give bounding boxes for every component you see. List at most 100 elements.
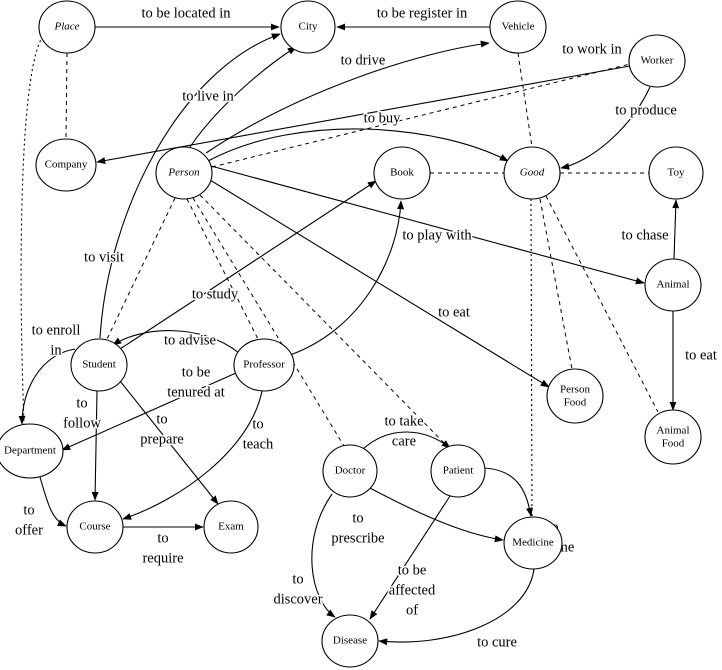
node-label-course: Course xyxy=(79,521,110,533)
diagram-canvas: to be located in to be located in to be re… xyxy=(0,0,722,670)
edge-professor-to-book xyxy=(289,200,405,356)
edge-label-student-to-city: to visitto visit xyxy=(82,248,125,267)
edge-label-text: to take xyxy=(384,413,423,429)
edge-label-text: to eat xyxy=(438,304,470,320)
edge-patient-to-medicine xyxy=(483,467,533,517)
edge-label-text: care xyxy=(392,433,416,449)
node-good[interactable]: Good xyxy=(503,146,561,200)
edge-label-text: tenured at xyxy=(167,384,225,400)
edge-label-student-to-department: to enrollto enrollinin xyxy=(30,321,82,360)
node-label-person: Person xyxy=(167,167,200,179)
edge-label-text: of xyxy=(406,602,418,618)
edge-label-student-to-book: to studyto study xyxy=(190,285,240,304)
edge-label-text: to be xyxy=(182,364,211,380)
edge-person-to-student xyxy=(106,197,176,340)
edge-label-professor-to-course: tototeachteach xyxy=(241,415,276,454)
node-personfood[interactable]: PersonFood xyxy=(546,368,604,424)
node-person[interactable]: Person xyxy=(155,146,213,200)
edge-label-text: to cure xyxy=(477,634,517,650)
node-animalfood[interactable]: AnimalFood xyxy=(644,409,702,465)
node-vehicle[interactable]: Vehicle xyxy=(489,0,547,54)
node-label-disease: Disease xyxy=(333,635,367,647)
edge-label-text: to xyxy=(76,395,87,411)
edge-worker-to-good xyxy=(560,86,651,170)
edge-label-text: affected xyxy=(389,582,436,598)
node-label-place: Place xyxy=(53,21,79,33)
edge-label-text: to xyxy=(252,416,263,432)
concept-graph-svg: to be located into be located in to be re… xyxy=(0,0,719,668)
edge-label-text: to be xyxy=(398,562,427,578)
node-book[interactable]: Book xyxy=(373,146,431,200)
node-doctor[interactable]: Doctor xyxy=(322,444,378,498)
edge-label-medicine-to-disease: to cureto cure xyxy=(475,633,518,652)
edge-doctor-to-medicine xyxy=(369,487,504,543)
node-place[interactable]: Place xyxy=(38,0,96,54)
edge-label-text: follow xyxy=(63,415,101,431)
edges-layer xyxy=(18,23,680,646)
node-animal[interactable]: Animal xyxy=(644,258,702,312)
node-company[interactable]: Company xyxy=(35,138,97,192)
node-course[interactable]: Course xyxy=(66,500,124,554)
edge-label-student-to-course: totofollowfollow xyxy=(61,394,103,433)
edge-label-doctor-to-disease: totodiscoverdiscover xyxy=(272,570,324,609)
edge-label-text: to xyxy=(157,530,168,546)
edge-label-patient-to-disease: to beto beaffectedaffectedofof xyxy=(387,561,437,620)
edge-label-text: to advise xyxy=(164,332,216,348)
edge-vehicle-to-good xyxy=(517,52,533,148)
node-label-patient: Patient xyxy=(443,465,474,477)
edge-label-text: to buy xyxy=(364,110,401,126)
edge-label-text: to drive xyxy=(341,52,386,68)
edge-place-to-company xyxy=(65,52,68,140)
edge-label-text: require xyxy=(142,550,183,566)
node-patient[interactable]: Patient xyxy=(430,444,486,498)
edge-good-to-medicine xyxy=(530,198,533,518)
node-exam[interactable]: Exam xyxy=(203,500,259,554)
node-city[interactable]: City xyxy=(280,0,336,54)
node-worker[interactable]: Worker xyxy=(628,34,686,88)
node-label-professor: Professor xyxy=(243,359,285,371)
edge-label-person-to-personfood: to eatto eat xyxy=(436,303,471,322)
node-label-animal: Animal xyxy=(657,279,690,291)
edge-label-worker-to-company: to work into work in xyxy=(561,40,625,59)
edge-label-text: to eat xyxy=(685,347,717,363)
edge-label-text: in xyxy=(50,342,62,358)
edge-label-text: to live in xyxy=(182,88,234,104)
node-label-vehicle: Vehicle xyxy=(502,21,535,33)
node-label-city: City xyxy=(299,21,318,33)
edge-label-person-to-city: to live into live in xyxy=(181,87,237,106)
edge-label-text: to be register in xyxy=(377,5,468,21)
edge-label-text: to enroll xyxy=(32,322,81,338)
edge-label-text: teach xyxy=(243,436,274,452)
edge-label-text: to study xyxy=(192,286,239,302)
edge-label-worker-to-good: to produceto produce xyxy=(614,101,679,120)
edge-label-text: offer xyxy=(15,522,43,538)
nodes-layer: Place City Vehicle Worker Company Person Book G… xyxy=(0,0,704,668)
node-department[interactable]: Department xyxy=(0,423,64,479)
node-label-worker: Worker xyxy=(641,55,674,67)
edge-label-text: to chase xyxy=(621,227,668,243)
edge-label-person-to-good: to buyto buy xyxy=(362,109,403,128)
edge-label-text: to xyxy=(352,510,363,526)
node-label-exam: Exam xyxy=(218,521,244,533)
node-disease[interactable]: Disease xyxy=(321,614,379,668)
node-professor[interactable]: Professor xyxy=(233,338,295,392)
node-toy[interactable]: Toy xyxy=(648,146,704,200)
edge-label-department-to-course: totoofferoffer xyxy=(13,501,44,540)
edge-patient-to-disease xyxy=(369,495,451,620)
node-label-student: Student xyxy=(82,359,116,371)
node-medicine[interactable]: Medicine xyxy=(503,516,563,570)
edge-label-text: to play with xyxy=(402,227,472,243)
edge-place-to-department xyxy=(20,35,44,425)
edge-student-to-book xyxy=(119,180,377,350)
edge-label-doctor-to-patient: to taketo takecarecare xyxy=(383,412,425,451)
edge-person-to-doctor xyxy=(192,197,345,447)
edge-label-person-to-vehicle: to driveto drive xyxy=(339,51,387,70)
edge-label-vehicle-to-city: to be register into be register in xyxy=(375,4,470,23)
node-student[interactable]: Student xyxy=(70,338,128,392)
node-label-good: Good xyxy=(520,167,545,179)
edge-label-professor-to-student: to adviseto advise xyxy=(162,331,217,350)
edge-label-text: discover xyxy=(273,591,322,607)
node-label-company: Company xyxy=(45,159,88,171)
edge-labels-layer: to be located into be located in to be re… xyxy=(13,4,718,652)
edge-label-text: to xyxy=(292,571,303,587)
